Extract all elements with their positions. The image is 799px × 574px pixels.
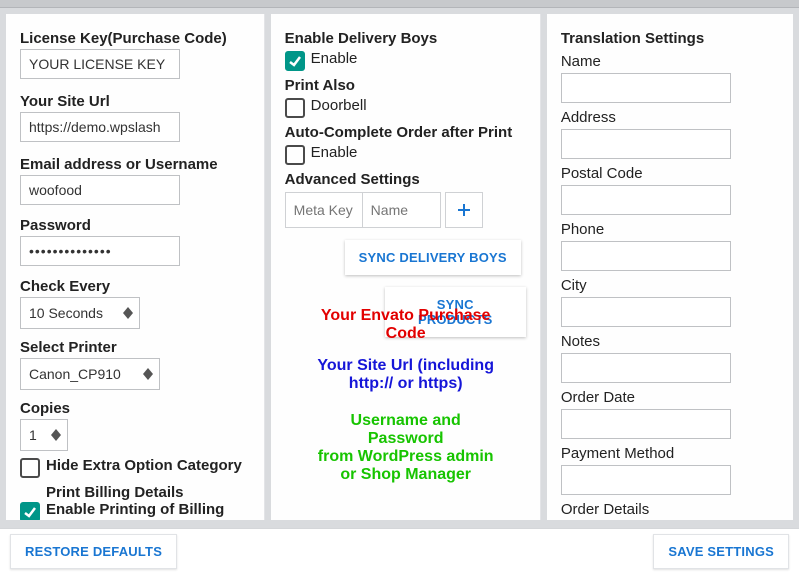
email-label: Email address or Username (20, 156, 250, 173)
email-input[interactable] (20, 175, 180, 205)
stepper-icon (51, 429, 61, 441)
translation-panel: Translation Settings Name Address Postal C… (547, 14, 793, 520)
password-label: Password (20, 217, 250, 234)
plus-icon (456, 202, 472, 218)
autocomplete-label: Auto-Complete Order after Print (285, 124, 526, 141)
site-url-label: Your Site Url (20, 93, 250, 110)
copies-value: 1 (29, 427, 37, 443)
stepper-icon (123, 307, 133, 319)
translation-field-label: Payment Method (561, 445, 779, 462)
hide-extra-checkbox[interactable] (20, 458, 40, 478)
add-meta-button[interactable] (445, 192, 483, 228)
license-key-label: License Key(Purchase Code) (20, 30, 250, 47)
check-icon (23, 505, 37, 519)
translation-field-input[interactable] (561, 409, 731, 439)
copies-label: Copies (20, 400, 250, 417)
doorbell-checkbox[interactable] (285, 98, 305, 118)
meta-key-input[interactable] (285, 192, 363, 228)
password-input[interactable] (20, 236, 180, 266)
translation-field-label: Order Date (561, 389, 779, 406)
translation-field-label: City (561, 277, 779, 294)
translation-field-input[interactable] (561, 297, 731, 327)
annotation-purchase-code: Your Envato Purchase Code (306, 307, 506, 343)
annotation-site-url: Your Site Url (including http:// or http… (306, 357, 506, 393)
site-url-input[interactable] (20, 112, 180, 142)
translation-field-input[interactable] (561, 185, 731, 215)
translation-field-label: Postal Code (561, 165, 779, 182)
translation-title: Translation Settings (561, 30, 779, 47)
translation-field-label: Order Details (561, 501, 779, 518)
autocomplete-checkbox[interactable] (285, 145, 305, 165)
window-header (0, 0, 799, 8)
stepper-icon (143, 368, 153, 380)
translation-field-input[interactable] (561, 129, 731, 159)
billing-label: Enable Printing of Billing (46, 501, 224, 518)
translation-field-label: Name (561, 53, 779, 70)
select-printer-label: Select Printer (20, 339, 250, 356)
billing-header: Print Billing Details (46, 484, 250, 501)
translation-field-label: Notes (561, 333, 779, 350)
connection-panel: License Key(Purchase Code) Your Site Url… (6, 14, 265, 520)
translation-field-input[interactable] (561, 465, 731, 495)
settings-panel: Enable Delivery Boys Enable Print Also D… (271, 14, 541, 520)
print-also-label: Print Also (285, 77, 526, 94)
printer-select[interactable]: Canon_CP910 (20, 358, 160, 390)
translation-field-input[interactable] (561, 73, 731, 103)
meta-name-input[interactable] (363, 192, 441, 228)
check-every-value: 10 Seconds (29, 305, 103, 321)
doorbell-label: Doorbell (311, 97, 367, 114)
delivery-boys-label: Enable Delivery Boys (285, 30, 526, 47)
delivery-enable-checkbox[interactable] (285, 51, 305, 71)
translation-field-label: Address (561, 109, 779, 126)
license-key-input[interactable] (20, 49, 180, 79)
hide-extra-row: Hide Extra Option Category (20, 457, 250, 478)
delivery-enable-label: Enable (311, 50, 358, 67)
check-every-label: Check Every (20, 278, 250, 295)
advanced-label: Advanced Settings (285, 171, 526, 188)
footer-bar: RESTORE DEFAULTS SAVE SETTINGS (0, 528, 799, 574)
copies-select[interactable]: 1 (20, 419, 68, 451)
annotation-credentials: Username and Password from WordPress adm… (301, 412, 511, 484)
translation-field-input[interactable] (561, 353, 731, 383)
translation-field-input[interactable] (561, 241, 731, 271)
check-every-select[interactable]: 10 Seconds (20, 297, 140, 329)
hide-extra-label: Hide Extra Option Category (46, 457, 242, 474)
save-settings-button[interactable]: SAVE SETTINGS (653, 534, 789, 569)
restore-defaults-button[interactable]: RESTORE DEFAULTS (10, 534, 177, 569)
billing-checkbox[interactable] (20, 502, 40, 520)
check-icon (288, 54, 302, 68)
translation-field-label: Phone (561, 221, 779, 238)
printer-value: Canon_CP910 (29, 366, 121, 382)
autocomplete-enable-label: Enable (311, 144, 358, 161)
sync-delivery-boys-button[interactable]: SYNC DELIVERY BOYS (345, 240, 521, 275)
